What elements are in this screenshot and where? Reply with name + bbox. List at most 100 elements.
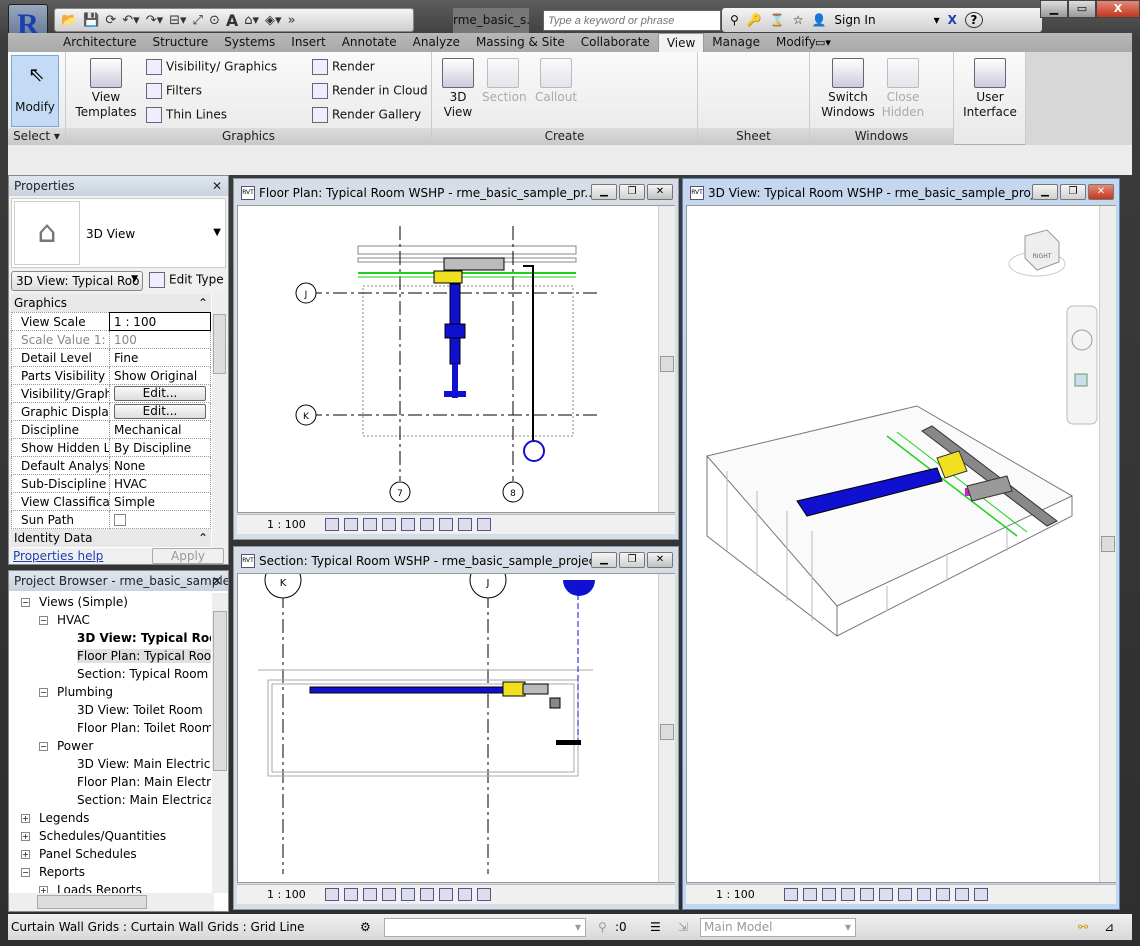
close-button[interactable]: ✕ <box>1088 184 1114 200</box>
filters-button[interactable]: Filters <box>146 83 202 99</box>
tab-massing-site[interactable]: Massing & Site <box>468 33 573 53</box>
crop-view-icon[interactable] <box>878 888 893 901</box>
tab-collaborate[interactable]: Collaborate <box>573 33 658 53</box>
property-value[interactable]: Mechanical <box>109 420 211 439</box>
section-vscrollbar[interactable] <box>658 574 675 882</box>
section-icon[interactable]: ◈▾ <box>265 13 282 28</box>
redo-icon[interactable]: ↷▾ <box>146 13 163 28</box>
3d-view-button[interactable]: 3D View <box>438 58 478 120</box>
select-links-icon[interactable]: ⚯ <box>1078 914 1088 940</box>
browser-item[interactable]: Floor Plan: Main Electrica <box>13 773 211 791</box>
view-templates-button[interactable]: View Templates <box>74 58 138 120</box>
temporary-hide-icon[interactable] <box>438 518 453 531</box>
property-value[interactable]: 1 : 100 <box>109 312 211 331</box>
temporary-hide-icon[interactable] <box>438 888 453 901</box>
worksets-icon[interactable]: ⚙ <box>360 914 371 940</box>
filter-count-icon[interactable]: ⚲ <box>598 914 607 940</box>
communication-icon[interactable]: ⌛ <box>770 13 785 27</box>
expand-icon[interactable]: + <box>21 850 30 859</box>
tab-annotate[interactable]: Annotate <box>334 33 405 53</box>
section-canvas[interactable]: KJ <box>237 573 675 883</box>
collapse-icon[interactable]: − <box>39 742 48 751</box>
property-value[interactable]: Edit... <box>109 384 211 403</box>
navigation-bar[interactable] <box>1066 305 1098 425</box>
browser-item[interactable]: − Reports <box>13 863 211 881</box>
minimize-button[interactable]: ▁ <box>1032 184 1058 200</box>
ribbon-minimize-toggle[interactable]: ▭▾ <box>815 36 831 49</box>
browser-item[interactable]: Section: Main Electrical D <box>13 791 211 809</box>
collapse-icon[interactable]: − <box>21 868 30 877</box>
group-graphics[interactable]: Graphics ⌃ <box>11 294 211 312</box>
render-cloud-button[interactable]: Render in Cloud <box>312 83 428 99</box>
undo-icon[interactable]: ↶▾ <box>122 13 139 28</box>
shadows-icon[interactable] <box>840 888 855 901</box>
sun-path-checkbox[interactable] <box>114 514 126 526</box>
sun-path-icon[interactable] <box>362 888 377 901</box>
design-option-dropdown[interactable]: Main Model ▾ <box>700 918 856 937</box>
property-value[interactable]: Edit... <box>109 402 211 421</box>
text-icon[interactable]: A <box>226 11 238 30</box>
close-hidden-button[interactable]: Close Hidden <box>880 58 926 120</box>
analytical-model-icon[interactable] <box>476 888 491 901</box>
minimize-button[interactable]: ▁ <box>591 184 617 200</box>
sun-path-icon[interactable] <box>362 518 377 531</box>
sun-path-icon[interactable] <box>821 888 836 901</box>
close-button[interactable]: X <box>1096 0 1140 18</box>
select-underlay-icon[interactable]: ⊿ <box>1104 914 1114 940</box>
browser-hscrollbar[interactable] <box>9 893 214 911</box>
scale-button[interactable]: 1 : 100 <box>716 885 755 905</box>
restore-button[interactable]: ❐ <box>619 552 645 568</box>
sign-in-dropdown[interactable]: ▾ <box>934 13 940 27</box>
sync-icon[interactable]: ⟳ <box>105 13 116 28</box>
expand-icon[interactable]: + <box>21 814 30 823</box>
collapse-icon[interactable]: − <box>21 598 30 607</box>
group-identity-data[interactable]: Identity Data ⌃ <box>11 529 211 547</box>
minimize-button[interactable]: ▁ <box>591 552 617 568</box>
search-input[interactable] <box>543 10 721 31</box>
browser-item[interactable]: − Power <box>13 737 211 755</box>
floor-plan-vscrollbar[interactable] <box>658 206 675 512</box>
open-icon[interactable]: 📂 <box>61 13 77 28</box>
detail-level-icon[interactable] <box>324 518 339 531</box>
close-icon[interactable]: ✕ <box>212 176 222 196</box>
tab-systems[interactable]: Systems <box>216 33 283 53</box>
collapse-icon[interactable]: − <box>39 688 48 697</box>
more-icon[interactable]: » <box>288 13 296 28</box>
sign-in-button[interactable]: Sign In <box>834 13 875 27</box>
select-dropdown[interactable]: Select ▾ <box>8 128 65 145</box>
edit-button[interactable]: Edit... <box>114 386 206 401</box>
reveal-hidden-icon[interactable] <box>954 888 969 901</box>
tab-insert[interactable]: Insert <box>283 33 333 53</box>
property-value[interactable]: Fine <box>109 348 211 367</box>
3d-vscrollbar[interactable] <box>1099 206 1116 882</box>
properties-scrollbar[interactable] <box>212 294 227 548</box>
restore-button[interactable]: ❐ <box>619 184 645 200</box>
restore-button[interactable]: ❐ <box>1060 184 1086 200</box>
browser-item[interactable]: Floor Plan: Typical Room WSHP <box>13 647 211 665</box>
scale-button[interactable]: 1 : 100 <box>267 515 306 535</box>
exchange-icon[interactable]: X <box>948 13 957 27</box>
expand-icon[interactable]: + <box>21 832 30 841</box>
design-options-icon[interactable]: ⇲ <box>678 914 688 940</box>
floor-plan-canvas[interactable]: JK 78 <box>237 205 675 513</box>
subscription-icon[interactable]: 🔑 <box>747 13 762 27</box>
browser-item[interactable]: 3D View: Typical Room WSHP <box>13 629 211 647</box>
render-gallery-button[interactable]: Render Gallery <box>312 107 421 123</box>
shadows-icon[interactable] <box>381 888 396 901</box>
close-button[interactable]: ✕ <box>647 552 673 568</box>
crop-view-icon[interactable] <box>400 888 415 901</box>
close-icon[interactable]: ✕ <box>212 571 222 591</box>
detail-level-icon[interactable] <box>783 888 798 901</box>
tab-structure[interactable]: Structure <box>144 33 216 53</box>
browser-item[interactable]: 3D View: Toilet Room <box>13 701 211 719</box>
tag-icon[interactable]: ⊙ <box>209 13 220 28</box>
thin-lines-button[interactable]: Thin Lines <box>146 107 227 123</box>
property-value[interactable] <box>109 510 211 529</box>
property-value[interactable]: None <box>109 456 211 475</box>
property-value[interactable]: Show Original <box>109 366 211 385</box>
property-value[interactable]: By Discipline <box>109 438 211 457</box>
editing-requests-icon[interactable]: ☰ <box>650 914 661 940</box>
favorites-icon[interactable]: ☆ <box>793 13 804 27</box>
edit-type-button[interactable]: Edit Type <box>149 272 224 288</box>
show-crop-icon[interactable] <box>419 888 434 901</box>
